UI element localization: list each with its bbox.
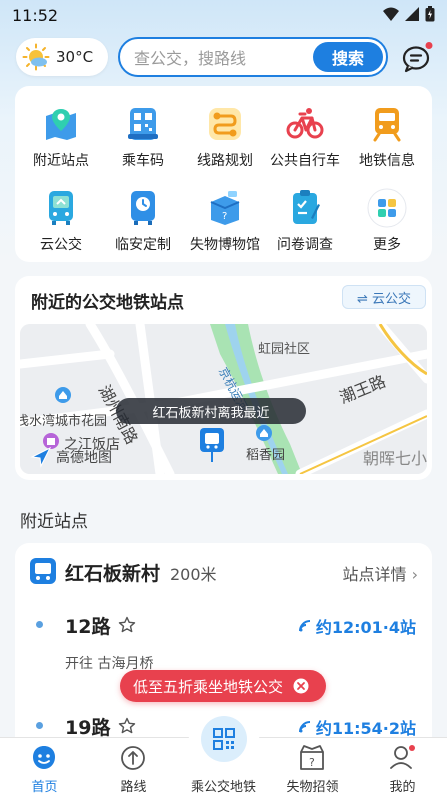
temperature: 30°C — [56, 48, 94, 66]
status-time: 11:52 — [12, 6, 59, 25]
search-button[interactable]: 搜索 — [313, 42, 383, 72]
map-label-community: 虹园社区 — [258, 342, 311, 357]
cloud-bus-switch-button[interactable]: ⇌ 云公交 — [342, 285, 426, 309]
cloud-bus-icon — [41, 188, 81, 228]
route-name: 12路 — [65, 616, 111, 638]
battery-icon — [425, 6, 435, 22]
service-label: 线路规划 — [197, 153, 253, 169]
service-label: 问卷调查 — [277, 237, 333, 253]
nearby-map-title: 附近的公交地铁站点 — [31, 293, 184, 313]
route-arrow-icon — [121, 746, 145, 770]
route-plan-icon — [205, 104, 245, 144]
chevron-right-icon: › — [411, 565, 418, 584]
realtime-signal-icon — [298, 721, 310, 733]
service-lost-museum[interactable]: ? 失物博物馆 — [183, 188, 267, 254]
promo-banner[interactable]: 低至五折乘坐地铁公交 — [120, 670, 326, 702]
metro-train-icon — [367, 104, 407, 144]
nav-home[interactable]: 首页 — [0, 737, 89, 795]
signal-icon — [405, 7, 419, 21]
map-pin-icon — [41, 104, 81, 144]
home-face-icon — [33, 746, 55, 769]
route-eta: 约11:54·2站 — [298, 715, 416, 739]
nav-label: 我的 — [389, 780, 416, 795]
service-label: 附近站点 — [33, 153, 89, 169]
map-label-chaohui: 朝晖七小 — [363, 449, 427, 468]
route-eta: 约12:01·4站 — [298, 614, 416, 638]
service-label: 公共自行车 — [270, 153, 340, 169]
service-label: 失物博物馆 — [190, 237, 260, 253]
message-button[interactable] — [400, 41, 434, 75]
service-route-plan[interactable]: 线路规划 — [183, 104, 267, 170]
route-bullet — [36, 621, 43, 628]
service-label: 云公交 — [40, 237, 82, 253]
route-eta-label: 约12:01·4站 — [315, 618, 416, 637]
map-label-garden: 浅水湾城市花园 — [20, 414, 108, 429]
stop-distance: 200米 — [170, 565, 217, 584]
map-brand-label: 高德地图 — [56, 450, 112, 466]
search-input[interactable] — [134, 47, 314, 69]
service-cloud-bus[interactable]: 云公交 — [19, 188, 103, 254]
profile-icon — [390, 745, 415, 769]
service-metro-info[interactable]: 地铁信息 — [345, 104, 429, 170]
promo-text: 低至五折乘坐地铁公交 — [133, 677, 284, 696]
nav-label: 路线 — [120, 780, 147, 795]
star-outline-icon[interactable] — [118, 717, 136, 735]
qr-ride-icon — [123, 104, 163, 144]
lost-box-icon: ? — [205, 188, 245, 228]
route-bullet — [36, 722, 43, 729]
status-icons — [383, 6, 435, 22]
stop-detail-label: 站点详情 — [342, 565, 407, 584]
sun-icon — [22, 43, 50, 71]
more-grid-icon — [367, 188, 407, 228]
nearby-stops-title: 附近站点 — [20, 512, 88, 532]
service-public-bike[interactable]: 公共自行车 — [263, 104, 347, 170]
nearby-map[interactable]: 虹园社区 京杭运河 潮王路 湖州南路 浅水湾城市花园 之江饭店 稻香园 朝晖七小… — [20, 324, 427, 474]
garden-poi-icon — [55, 387, 71, 403]
wifi-icon — [383, 7, 399, 21]
nav-ride-transit[interactable]: 乘公交地铁 — [179, 737, 268, 795]
services-grid: 附近站点 乘车码 线路规划 公共自行车 地铁信息 云公交 临安定制 ? 失物博物… — [15, 86, 432, 262]
svg-text:?: ? — [309, 756, 315, 769]
chat-bubble-icon — [402, 42, 433, 73]
lost-found-box-icon: ? — [300, 745, 324, 770]
nav-label: 乘公交地铁 — [190, 780, 256, 795]
service-ride-code[interactable]: 乘车码 — [101, 104, 185, 170]
bus-stop-icon — [30, 558, 56, 584]
custom-bus-icon — [123, 188, 163, 228]
service-linan-custom[interactable]: 临安定制 — [101, 188, 185, 254]
route-name: 19路 — [65, 717, 111, 739]
service-nearby-stops[interactable]: 附近站点 — [19, 104, 103, 170]
weather-widget[interactable]: 30°C — [16, 38, 108, 76]
survey-clipboard-icon — [285, 188, 325, 228]
bicycle-icon — [285, 104, 325, 144]
service-survey[interactable]: 问卷调查 — [263, 188, 347, 254]
service-more[interactable]: 更多 — [345, 188, 429, 254]
map-tooltip: 红石板新村离我最近 — [116, 398, 306, 424]
status-bar: 11:52 — [0, 0, 447, 30]
map-label-daoxiang: 稻香园 — [246, 448, 286, 463]
daoxiang-poi-icon — [256, 425, 272, 441]
service-label: 乘车码 — [122, 153, 164, 169]
stop-name: 红石板新村 — [65, 563, 161, 585]
nav-label: 失物招领 — [286, 780, 339, 795]
bus-stop-marker-icon — [200, 428, 224, 462]
nav-label: 首页 — [31, 780, 58, 795]
map-brand: 高德地图 — [30, 446, 112, 468]
svg-text:?: ? — [222, 211, 227, 222]
service-label: 临安定制 — [115, 237, 171, 253]
nav-routes[interactable]: 路线 — [89, 737, 178, 795]
realtime-signal-icon — [298, 620, 310, 632]
star-outline-icon[interactable] — [118, 616, 136, 634]
search-box[interactable]: 搜索 — [118, 37, 388, 77]
route-eta-label: 约11:54·2站 — [315, 719, 416, 738]
nav-profile[interactable]: 我的 — [358, 737, 447, 795]
service-label: 地铁信息 — [359, 153, 415, 169]
nav-lost-found[interactable]: ? 失物招领 — [268, 737, 357, 795]
location-arrow-icon — [30, 446, 52, 468]
close-icon[interactable] — [293, 678, 309, 694]
stop-detail-link[interactable]: 站点详情 › — [342, 561, 418, 585]
nearby-map-card: 附近的公交地铁站点 ⇌ 云公交 虹园社区 京杭运河 潮王路 湖州南路 浅水湾城市… — [15, 276, 432, 480]
service-label: 更多 — [373, 237, 401, 253]
